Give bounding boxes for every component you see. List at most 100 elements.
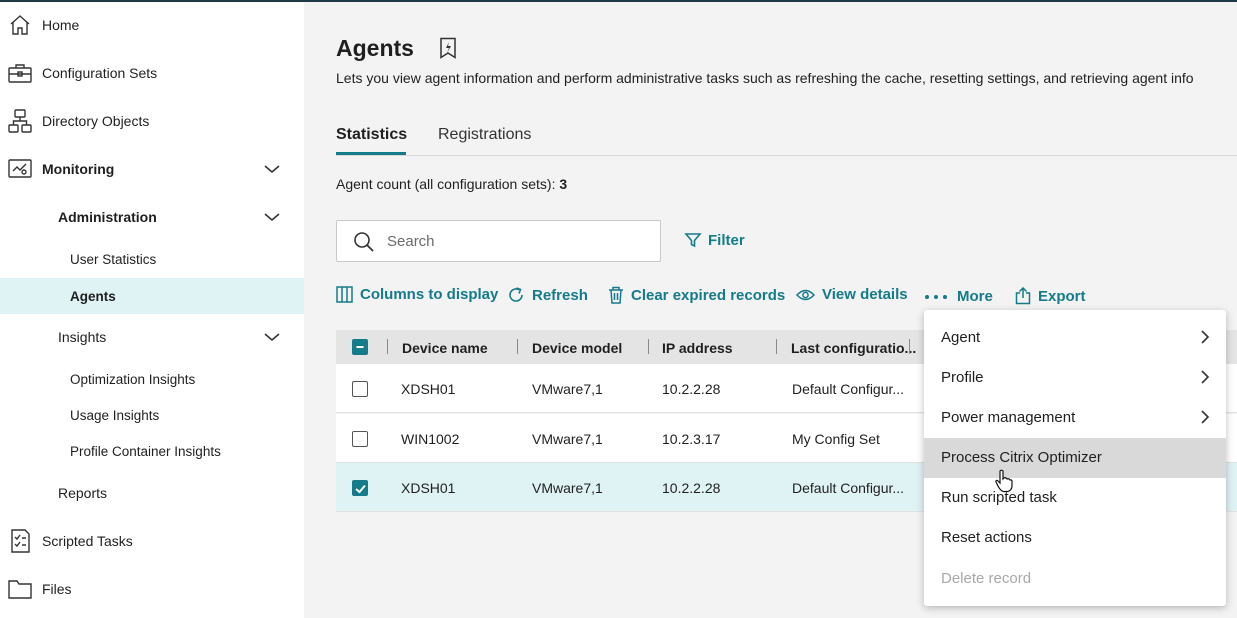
sidebar-item-configuration-sets[interactable]: Configuration Sets	[0, 58, 304, 88]
sidebar-item-label: Usage Insights	[70, 407, 160, 423]
sidebar-item-label: Directory Objects	[42, 113, 150, 129]
chevron-down-icon[interactable]	[262, 327, 282, 347]
menu-item-label: Delete record	[941, 570, 1032, 587]
tab-registrations[interactable]: Registrations	[438, 126, 531, 144]
sidebar-item-label: Profile Container Insights	[70, 443, 221, 459]
chevron-down-icon[interactable]	[262, 207, 282, 227]
menu-item-label: Profile	[941, 369, 984, 386]
sidebar-item-reports[interactable]: Reports	[0, 478, 304, 508]
sidebar-item-label: Optimization Insights	[70, 371, 196, 387]
chevron-right-icon	[1201, 410, 1210, 424]
sidebar-item-administration[interactable]: Administration	[0, 202, 304, 232]
folder-icon	[6, 575, 34, 603]
sidebar-item-label: Scripted Tasks	[42, 533, 133, 549]
filter-label: Filter	[708, 231, 745, 249]
more-actions-menu: Agent Profile Power management Process C…	[924, 310, 1226, 606]
menu-item-label: Reset actions	[941, 529, 1032, 546]
ellipsis-icon	[925, 294, 947, 299]
cell-ip-address: 10.2.2.28	[662, 381, 721, 397]
search-icon	[354, 232, 374, 252]
menu-item-profile[interactable]: Profile	[924, 358, 1226, 398]
sidebar-item-directory-objects[interactable]: Directory Objects	[0, 106, 304, 136]
chevron-right-icon	[1201, 370, 1210, 384]
menu-item-run-scripted-task[interactable]: Run scripted task	[924, 478, 1226, 518]
clear-expired-records-button[interactable]: Clear expired records	[608, 286, 785, 304]
row-checkbox[interactable]	[352, 480, 368, 496]
monitor-icon	[6, 155, 34, 183]
sidebar-item-label: User Statistics	[70, 251, 157, 267]
view-details-button[interactable]: View details	[796, 286, 908, 303]
bookmark-icon[interactable]	[438, 37, 458, 59]
menu-item-reset-actions[interactable]: Reset actions	[924, 518, 1226, 558]
hand-cursor-icon	[995, 469, 1013, 493]
more-label: More	[957, 288, 993, 305]
columns-to-display-label: Columns to display	[360, 286, 499, 303]
export-button[interactable]: Export	[1015, 287, 1086, 305]
sidebar-item-user-statistics[interactable]: User Statistics	[0, 244, 304, 274]
sidebar-item-scripted-tasks[interactable]: Scripted Tasks	[0, 526, 304, 556]
cell-ip-address: 10.2.3.17	[662, 431, 721, 447]
sidebar-item-label: Reports	[58, 485, 108, 501]
sidebar-item-optimization-insights[interactable]: Optimization Insights	[0, 364, 304, 394]
more-button[interactable]: More	[924, 288, 993, 305]
refresh-button[interactable]: Refresh	[507, 286, 588, 304]
cell-device-name: WIN1002	[401, 431, 460, 447]
sidebar-item-files[interactable]: Files	[0, 574, 304, 604]
sidebar-item-agents[interactable]: Agents	[0, 278, 304, 314]
eye-icon	[796, 289, 815, 300]
sidebar-item-monitoring[interactable]: Monitoring	[0, 154, 304, 184]
tab-statistics[interactable]: Statistics	[336, 126, 407, 144]
menu-item-agent[interactable]: Agent	[924, 318, 1226, 358]
task-list-icon	[6, 527, 34, 555]
menu-item-label: Power management	[941, 409, 1076, 426]
cell-ip-address: 10.2.2.28	[662, 480, 721, 496]
menu-item-process-citrix-optimizer[interactable]: Process Citrix Optimizer	[924, 438, 1226, 478]
sidebar: Home Configuration Sets Directory Object…	[0, 2, 304, 618]
briefcase-icon	[6, 59, 34, 87]
sidebar-item-label: Files	[42, 581, 72, 597]
column-separator[interactable]	[776, 339, 777, 354]
menu-item-delete-record: Delete record	[924, 559, 1226, 599]
column-separator[interactable]	[648, 339, 649, 354]
column-separator[interactable]	[909, 339, 910, 354]
export-label: Export	[1038, 287, 1086, 305]
sidebar-item-profile-container-insights[interactable]: Profile Container Insights	[0, 436, 304, 466]
page-description: Lets you view agent information and perf…	[336, 70, 1194, 86]
refresh-label: Refresh	[532, 286, 588, 304]
row-checkbox[interactable]	[352, 431, 368, 447]
active-tab-indicator	[336, 152, 406, 155]
tab-bar: Statistics Registrations	[336, 123, 1237, 156]
cell-last-configuration: My Config Set	[792, 431, 880, 447]
home-icon	[6, 11, 34, 39]
network-icon	[6, 107, 34, 135]
column-header-ip-address[interactable]: IP address	[662, 340, 733, 356]
cell-last-configuration: Default Configur...	[792, 381, 905, 397]
page-title: Agents	[336, 35, 414, 61]
sidebar-item-insights[interactable]: Insights	[0, 322, 304, 352]
filter-icon	[684, 233, 702, 248]
column-header-device-name[interactable]: Device name	[402, 340, 488, 356]
chevron-down-icon[interactable]	[262, 159, 282, 179]
row-checkbox[interactable]	[352, 381, 368, 397]
cell-device-model: VMware7,1	[532, 480, 603, 496]
search-input[interactable]	[387, 230, 647, 252]
agent-count: Agent count (all configuration sets): 3	[336, 176, 567, 192]
select-all-checkbox[interactable]	[352, 339, 368, 355]
sidebar-item-label: Insights	[58, 329, 107, 345]
column-separator[interactable]	[517, 339, 518, 354]
sidebar-item-usage-insights[interactable]: Usage Insights	[0, 400, 304, 430]
cell-last-configuration: Default Configur...	[792, 480, 905, 496]
filter-button[interactable]: Filter	[684, 231, 745, 249]
trash-icon	[609, 286, 623, 304]
refresh-icon	[509, 287, 523, 302]
column-separator[interactable]	[387, 339, 388, 354]
menu-item-label: Agent	[941, 329, 981, 346]
columns-to-display-button[interactable]: Columns to display	[336, 286, 498, 303]
column-header-last-configuration[interactable]: Last configuratio...	[791, 340, 916, 356]
column-header-device-model[interactable]: Device model	[532, 340, 622, 356]
columns-icon	[336, 286, 353, 303]
cell-device-model: VMware7,1	[532, 431, 603, 447]
sidebar-item-label: Configuration Sets	[42, 65, 158, 81]
sidebar-item-home[interactable]: Home	[0, 10, 304, 40]
menu-item-power-management[interactable]: Power management	[924, 398, 1226, 438]
